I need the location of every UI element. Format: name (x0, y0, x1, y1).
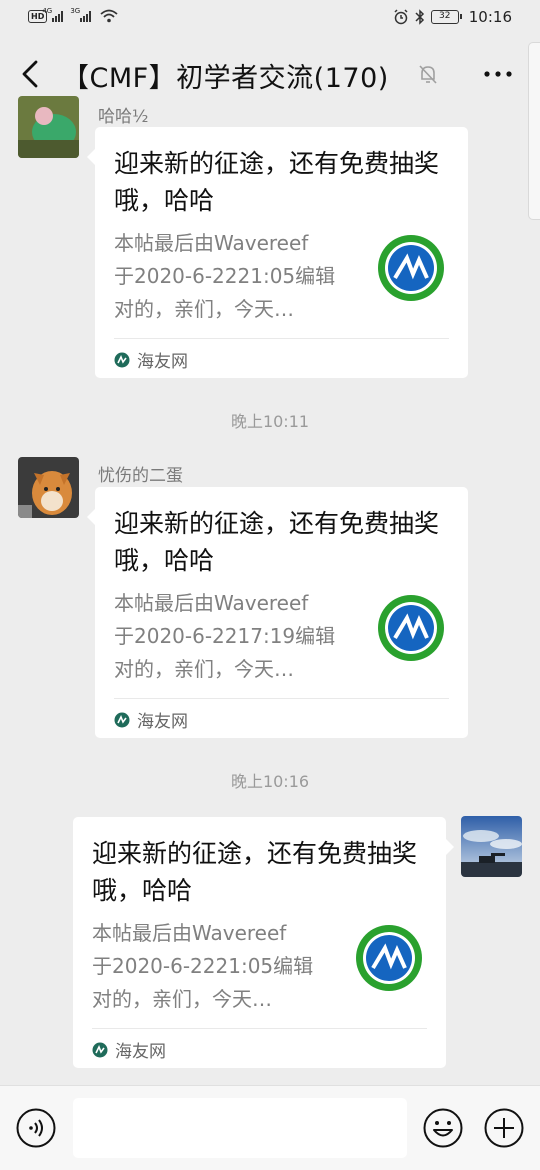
chat-title: 【CMF】初学者交流(170) (62, 63, 389, 94)
site-logo-icon (378, 235, 444, 301)
plus-icon[interactable] (484, 1108, 524, 1148)
message-input[interactable] (73, 1098, 407, 1158)
alarm-icon (394, 9, 408, 25)
site-logo-icon (356, 925, 422, 991)
voice-icon[interactable] (16, 1108, 56, 1148)
card-source: 海友网 (92, 1037, 166, 1062)
avatar[interactable] (18, 457, 79, 518)
site-logo-icon (378, 595, 444, 661)
message-timestamp: 晚上10:16 (230, 772, 310, 791)
signal-3g-icon: 3G (70, 7, 92, 22)
signal-4g-icon: 4G (42, 7, 64, 22)
message-timestamp: 晚上10:11 (230, 412, 310, 431)
card-title: 迎来新的征途，还有免费抽奖哦，哈哈 (114, 509, 440, 575)
chat-header: 【CMF】初学者交流(170) (0, 38, 540, 110)
card-source: 海友网 (114, 707, 188, 732)
wifi-icon (100, 9, 118, 23)
sender-name: 忧伤的二蛋 (98, 466, 183, 486)
link-card[interactable]: 迎来新的征途，还有免费抽奖哦，哈哈 本帖最后由Wavereef 于2020-6-… (87, 487, 468, 738)
avatar[interactable] (461, 816, 522, 877)
site-small-icon (114, 712, 130, 727)
card-description: 本帖最后由Wavereef 于2020-6-2221:05编辑 对的，亲们，今天… (92, 921, 314, 1011)
site-small-icon (114, 352, 130, 367)
bluetooth-icon (415, 9, 424, 25)
status-bar: HD 4G 3G 32 10:16 (0, 0, 540, 38)
emoji-icon[interactable] (423, 1108, 463, 1148)
site-small-icon (92, 1042, 108, 1057)
battery-icon: 32 (430, 10, 462, 24)
chevron-left-icon[interactable] (14, 52, 46, 96)
bell-off-icon (419, 65, 437, 84)
card-source: 海友网 (114, 347, 188, 372)
scrollbar[interactable] (528, 42, 540, 220)
ellipsis-icon[interactable] (482, 62, 514, 86)
link-card[interactable]: 迎来新的征途，还有免费抽奖哦，哈哈 本帖最后由Wavereef 于2020-6-… (73, 817, 454, 1068)
sender-name: 哈哈½ (98, 107, 149, 127)
link-card[interactable]: 迎来新的征途，还有免费抽奖哦，哈哈 本帖最后由Wavereef 于2020-6-… (87, 127, 468, 378)
input-bar (0, 1085, 540, 1170)
card-title: 迎来新的征途，还有免费抽奖哦，哈哈 (114, 149, 440, 215)
card-description: 本帖最后由Wavereef 于2020-6-2221:05编辑 对的，亲们，今天… (114, 231, 336, 321)
card-title: 迎来新的征途，还有免费抽奖哦，哈哈 (92, 839, 418, 905)
avatar[interactable] (18, 96, 79, 158)
clock: 10:16 (468, 8, 512, 26)
card-description: 本帖最后由Wavereef 于2020-6-2217:19编辑 对的，亲们，今天… (114, 591, 336, 681)
